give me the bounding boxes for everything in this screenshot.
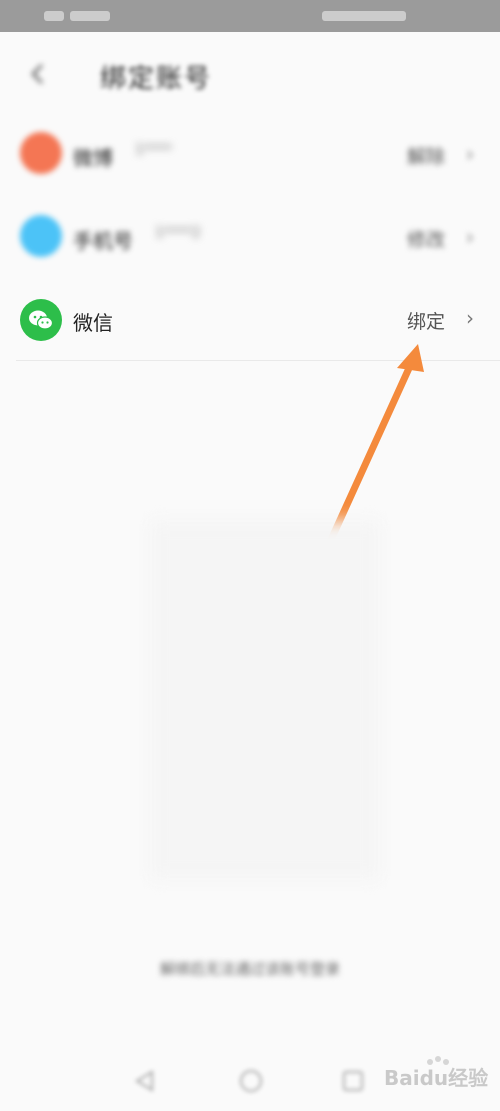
footer-hint: 解绑后无法通过该账号登录 (159, 960, 340, 978)
watermark-text: Baidu经验 (384, 1066, 489, 1090)
baidu-watermark: Baidu经验 (378, 1056, 488, 1100)
nav-recents-icon[interactable] (340, 1068, 366, 1094)
nav-back-icon[interactable] (132, 1068, 158, 1094)
nav-home-icon[interactable] (238, 1068, 264, 1094)
background-panel (150, 520, 380, 880)
